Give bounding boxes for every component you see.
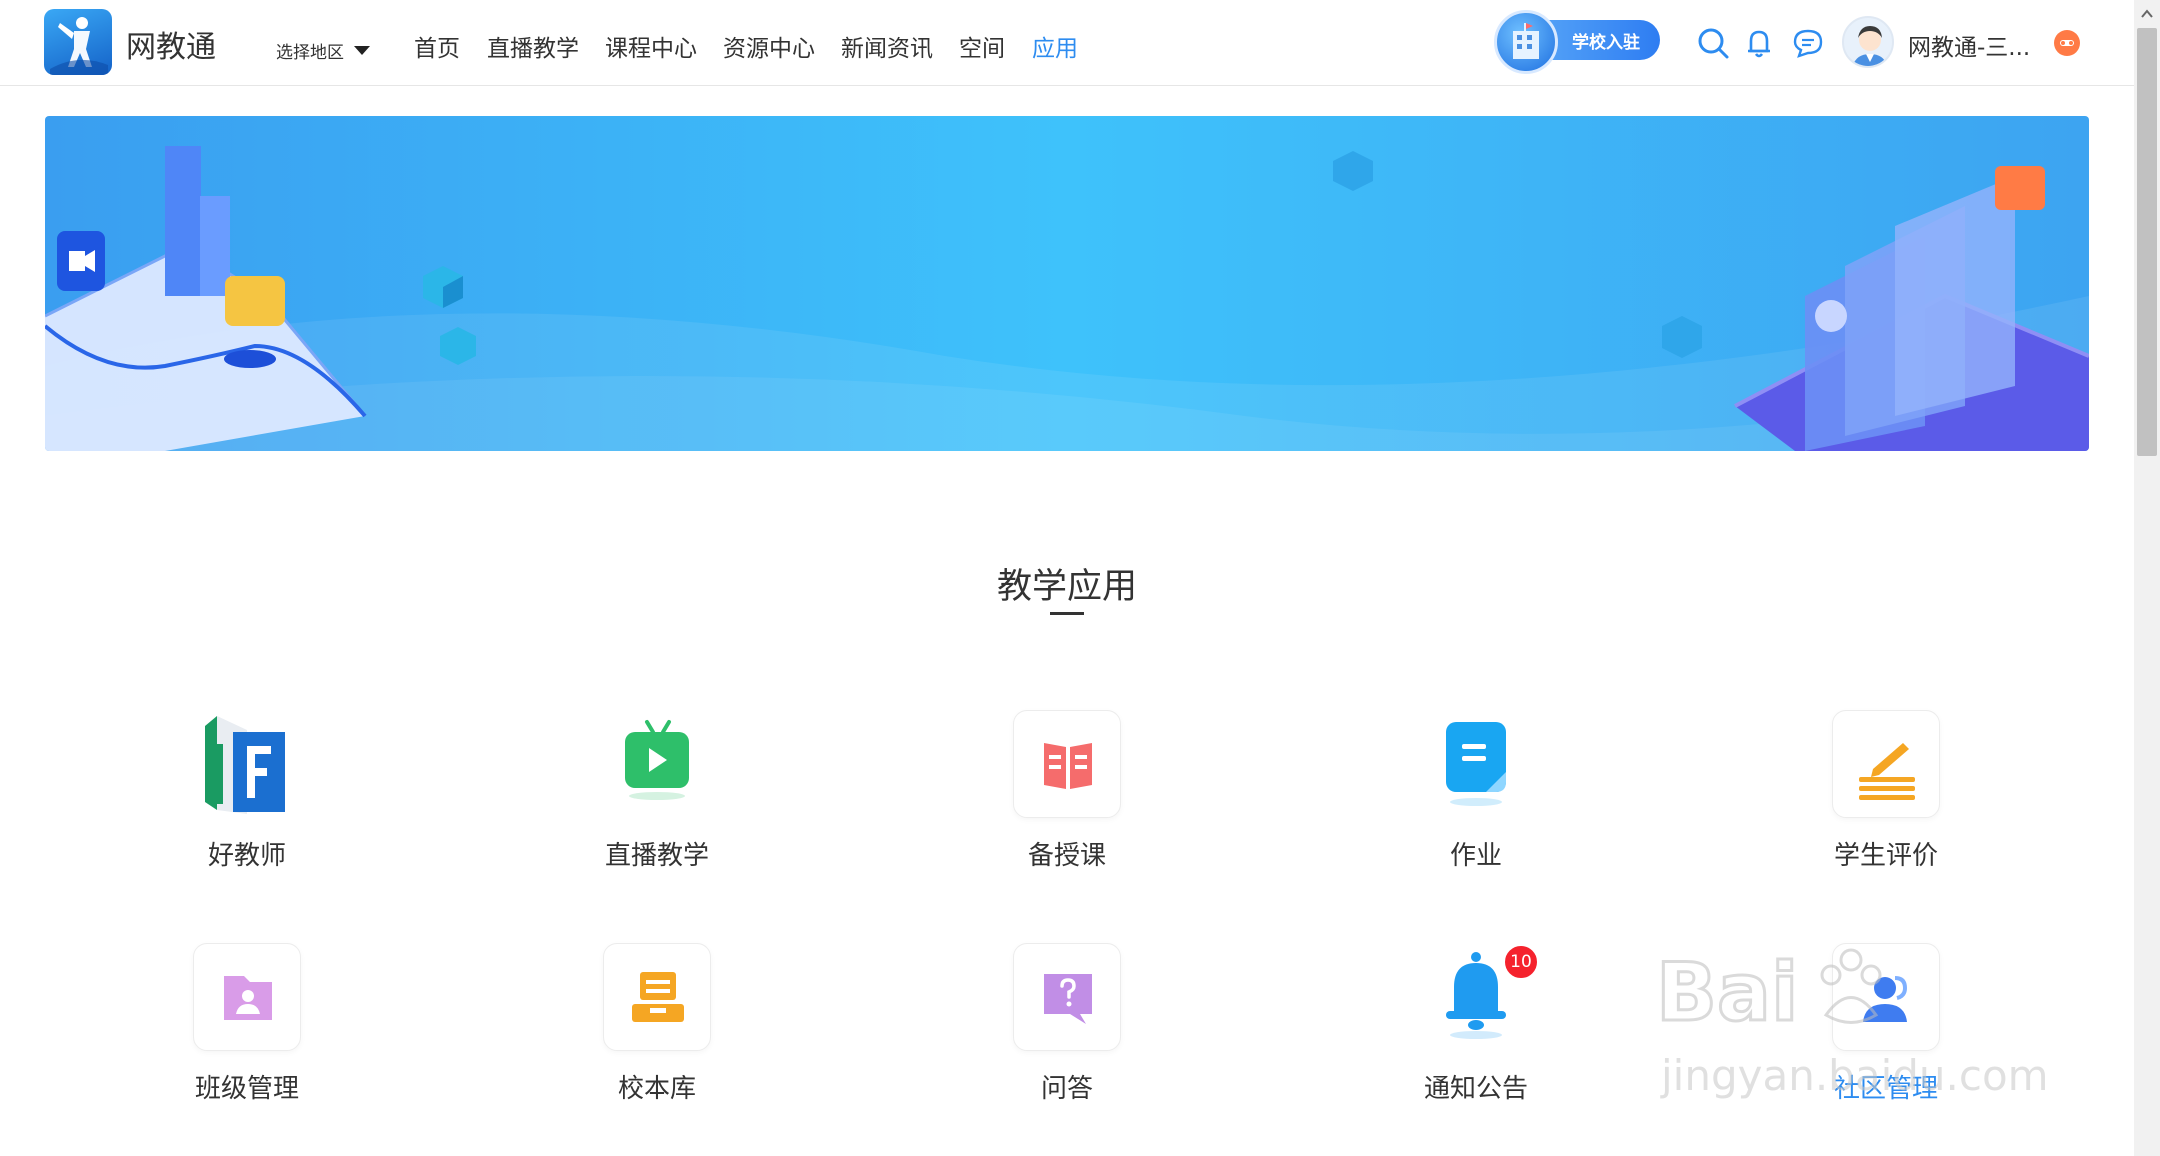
lesson-book-icon [1013, 710, 1121, 818]
baidu-watermark-icon: Bai jingyan.baidu.com [1655, 920, 2056, 1110]
app-live-teaching[interactable]: 直播教学 [507, 710, 807, 900]
brand-name[interactable]: 网教通 [126, 22, 216, 66]
notification-count-badge: 10 [1502, 943, 1540, 981]
nav-resource-center[interactable]: 资源中心 [723, 29, 815, 63]
app-name: 问答 [1040, 1074, 1093, 1104]
username[interactable]: 网教通-三... [1908, 28, 2030, 62]
app-homework[interactable]: 作业 [1326, 710, 1626, 900]
message-icon[interactable] [1791, 26, 1825, 60]
school-library-icon [603, 943, 711, 1051]
app-name: 校本库 [617, 1074, 696, 1104]
nav-apps[interactable]: 应用 [1032, 29, 1078, 63]
nav-home[interactable]: 首页 [414, 29, 460, 63]
evaluate-pen-icon [1832, 710, 1940, 818]
homework-doc-icon [1422, 710, 1530, 818]
section-title: 教学应用 [996, 567, 1137, 607]
page-scrollbar[interactable] [2134, 0, 2160, 1156]
app-name: 通知公告 [1423, 1074, 1528, 1104]
school-building-icon [1494, 10, 1558, 74]
user-level-badge-icon[interactable] [2054, 30, 2080, 56]
app-name: 好教师 [207, 841, 286, 871]
qa-bubble-icon [1013, 943, 1121, 1051]
caret-down-icon [354, 46, 370, 55]
region-label: 选择地区 [276, 43, 344, 63]
avatar[interactable] [1842, 16, 1894, 68]
app-notice[interactable]: 10 通知公告 [1326, 943, 1626, 1133]
nav-course-center[interactable]: 课程中心 [605, 29, 697, 63]
app-lesson-prep[interactable]: 备授课 [917, 710, 1217, 900]
scrollbar-thumb[interactable] [2137, 28, 2157, 456]
class-folder-icon [193, 943, 301, 1051]
page: 网教通 选择地区 首页 直播教学 课程中心 资源中心 新闻资讯 空间 应用 学校… [0, 0, 2160, 1156]
app-school-library[interactable]: 校本库 [507, 943, 807, 1133]
app-class-management[interactable]: 班级管理 [97, 943, 397, 1133]
app-qa[interactable]: 问答 [917, 943, 1217, 1133]
hero-banner[interactable] [45, 116, 2089, 451]
good-teacher-icon [193, 710, 301, 818]
app-name: 直播教学 [604, 841, 709, 871]
svg-text:jingyan.baidu.com: jingyan.baidu.com [1660, 1051, 2049, 1100]
nav-news[interactable]: 新闻资讯 [841, 29, 933, 63]
section-title-underline [1050, 612, 1084, 615]
app-name: 备授课 [1027, 841, 1106, 871]
live-tv-icon [603, 710, 711, 818]
app-name: 作业 [1449, 841, 1502, 871]
region-selector[interactable]: 选择地区 [276, 38, 370, 63]
app-student-evaluation[interactable]: 学生评价 [1736, 710, 2036, 900]
scroll-up-icon[interactable] [2141, 8, 2153, 20]
bell-icon[interactable] [1742, 26, 1776, 60]
app-name: 班级管理 [194, 1074, 299, 1104]
top-header: 网教通 选择地区 首页 直播教学 课程中心 资源中心 新闻资讯 空间 应用 学校… [0, 0, 2134, 86]
app-good-teacher[interactable]: 好教师 [97, 710, 397, 900]
logo-icon[interactable] [44, 9, 112, 75]
svg-text:Bai: Bai [1656, 946, 1798, 1039]
school-join-label: 学校入驻 [1572, 33, 1640, 53]
school-join-button[interactable]: 学校入驻 [1494, 10, 1660, 74]
search-icon[interactable] [1696, 26, 1730, 60]
nav-space[interactable]: 空间 [959, 29, 1005, 63]
app-name: 学生评价 [1833, 841, 1938, 871]
nav-live-teaching[interactable]: 直播教学 [487, 29, 579, 63]
